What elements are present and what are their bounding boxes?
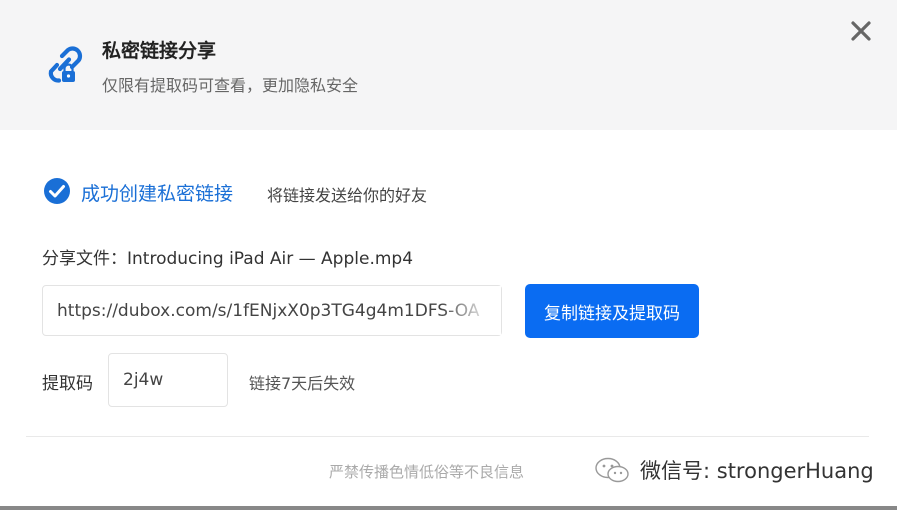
extract-code-label: 提取码 [42, 374, 93, 394]
dialog-header: 私密链接分享 仅限有提取码可查看，更加隐私安全 [0, 0, 897, 130]
share-url-field[interactable] [42, 285, 502, 336]
footer-divider [26, 436, 869, 437]
link-lock-icon [48, 46, 83, 83]
share-dialog: 私密链接分享 仅限有提取码可查看，更加隐私安全 成功创建私密链接 将链接发送给你… [0, 0, 897, 510]
wechat-watermark: 微信号: strongerHuang [640, 459, 874, 483]
wechat-icon [595, 457, 629, 483]
check-circle-icon [44, 178, 70, 204]
success-hint: 将链接发送给你的好友 [267, 186, 428, 205]
success-message: 成功创建私密链接 [81, 183, 234, 205]
dialog-title: 私密链接分享 [102, 40, 217, 62]
content-warning: 严禁传播色情低俗等不良信息 [329, 463, 525, 481]
extract-code-field[interactable] [108, 353, 228, 407]
copy-link-button[interactable]: 复制链接及提取码 [525, 284, 699, 338]
expire-note: 链接7天后失效 [249, 374, 356, 393]
shared-file-label: 分享文件：Introducing iPad Air — Apple.mp4 [42, 249, 414, 269]
bottom-edge [0, 506, 897, 510]
dialog-subtitle: 仅限有提取码可查看，更加隐私安全 [102, 76, 359, 95]
close-icon[interactable] [848, 18, 874, 44]
